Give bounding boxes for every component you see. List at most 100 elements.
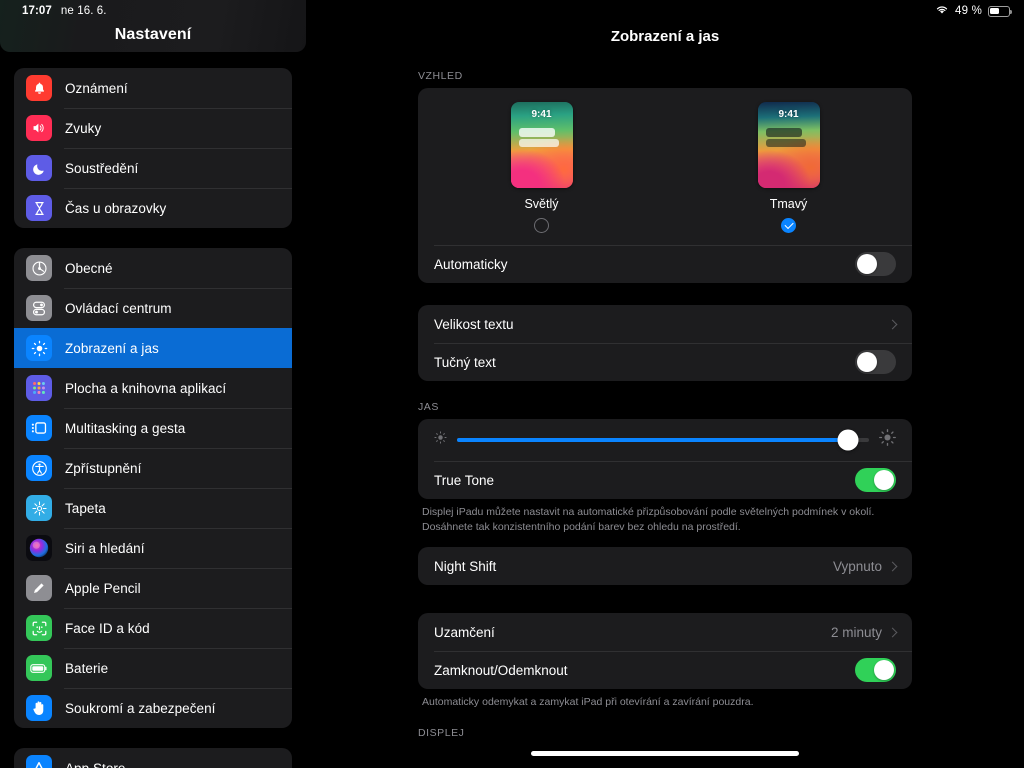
sidebar-item-label: Multitasking a gesta (65, 420, 186, 436)
lock-unlock-label: Zamknout/Odemknout (434, 662, 568, 678)
brightness-section-header: Jas (418, 401, 439, 413)
status-bar: 17:07 ne 16. 6. 49 % (0, 0, 1024, 22)
gear-icon (26, 255, 52, 281)
home-indicator[interactable] (531, 751, 799, 756)
sidebar-scroll-area[interactable]: Oznámení Zvuky Soustředění Čas u obrazovky O… (0, 52, 306, 768)
sidebar-item-soust-ed-n[interactable]: Soustředění (14, 148, 292, 188)
sidebar-item-soukrom-a-zabezpe-en[interactable]: Soukromí a zabezpečení (14, 688, 292, 728)
night-shift-value: Vypnuto (832, 558, 882, 574)
sidebar-item-label: Tapeta (65, 500, 106, 516)
sidebar-item-label: Face ID a kód (65, 620, 150, 636)
brightness-card: True Tone (418, 419, 912, 499)
sidebar-item-baterie[interactable]: Baterie (14, 648, 292, 688)
accessibility-icon (26, 455, 52, 481)
wallpaper-icon (26, 495, 52, 521)
brightness-low-icon (434, 431, 447, 449)
sidebar-item-obecn[interactable]: Obecné (14, 248, 292, 288)
pencil-icon (26, 575, 52, 601)
preview-time-light: 9:41 (531, 109, 552, 120)
night-shift-row[interactable]: Night Shift Vypnuto (418, 547, 912, 585)
automatic-appearance-row[interactable]: Automaticky (418, 245, 912, 283)
brightness-slider-row[interactable] (418, 419, 912, 461)
preview-time-dark: 9:41 (778, 109, 799, 120)
sidebar-item-apple-pencil[interactable]: Apple Pencil (14, 568, 292, 608)
text-card: Velikost textu Tučný text (418, 305, 912, 381)
bold-text-toggle[interactable] (855, 350, 896, 374)
light-mode-preview[interactable]: 9:41 (510, 102, 573, 188)
auto-lock-label: Uzamčení (434, 624, 495, 640)
night-shift-label: Night Shift (434, 558, 497, 574)
hand-icon (26, 695, 52, 721)
speaker-icon (26, 115, 52, 141)
dark-mode-preview[interactable]: 9:41 (757, 102, 820, 188)
sidebar-item-ovl-dac-centrum[interactable]: Ovládací centrum (14, 288, 292, 328)
sidebar-item-tapeta[interactable]: Tapeta (14, 488, 292, 528)
appearance-option-dark[interactable]: 9:41 Tmavý (714, 102, 864, 233)
automatic-label: Automaticky (434, 256, 508, 272)
sidebar-item-label: Zvuky (65, 120, 102, 136)
status-time: 17:07 (22, 5, 52, 17)
sidebar-item-siri-a-hled-n[interactable]: Siri a hledání (14, 528, 292, 568)
settings-content: Vzhled 9:41 Světlý (306, 56, 1024, 745)
brightness-slider-track[interactable] (457, 429, 869, 451)
chevron-right-icon (887, 561, 898, 572)
ipad-settings-screen: 17:07 ne 16. 6. 49 % Nastavení Oznámení Z… (0, 0, 1024, 768)
true-tone-row[interactable]: True Tone (418, 461, 912, 499)
sidebar-item-zvuky[interactable]: Zvuky (14, 108, 292, 148)
auto-lock-value: 2 minuty (830, 624, 882, 640)
sidebar-item-multitasking-a-gesta[interactable]: Multitasking a gesta (14, 408, 292, 448)
bold-text-label: Tučný text (434, 354, 496, 370)
faceid-icon (26, 615, 52, 641)
sidebar-item-label: Čas u obrazovky (65, 200, 167, 216)
appearance-options: 9:41 Světlý 9:41 Tmavý (418, 88, 912, 245)
bold-text-row[interactable]: Tučný text (418, 343, 912, 381)
brightness-slider-fill (457, 438, 849, 442)
brightness-slider-thumb[interactable] (837, 429, 859, 451)
sidebar-item-label: Soustředění (65, 160, 139, 176)
sidebar-item-face-id-a-k-d[interactable]: Face ID a kód (14, 608, 292, 648)
appearance-card: 9:41 Světlý 9:41 Tmavý Automaticky (418, 88, 912, 283)
sidebar-group: Oznámení Zvuky Soustředění Čas u obrazovky (14, 68, 292, 228)
brightness-icon (26, 335, 52, 361)
dark-mode-radio[interactable] (781, 218, 796, 233)
sidebar-item-zp-stupn-n[interactable]: Zpřístupnění (14, 448, 292, 488)
brightness-high-icon (879, 429, 896, 451)
sidebar-item-plocha-a-knihovna-aplikac[interactable]: Plocha a knihovna aplikací (14, 368, 292, 408)
appearance-option-light[interactable]: 9:41 Světlý (467, 102, 617, 233)
night-shift-card: Night Shift Vypnuto (418, 547, 912, 586)
sidebar-title: Nastavení (114, 26, 192, 43)
appearance-section-header: Vzhled (418, 70, 463, 82)
moon-icon (26, 155, 52, 181)
brightness-footnote: Displej iPadu můžete nastavit na automat… (422, 506, 875, 534)
sidebar-item-label: Obecné (65, 260, 113, 276)
hourglass-icon (26, 195, 52, 221)
status-date: ne 16. 6. (60, 5, 107, 17)
battery-percent: 49 % (954, 5, 982, 17)
lock-unlock-toggle[interactable] (855, 658, 896, 683)
true-tone-toggle[interactable] (855, 468, 896, 492)
app-grid-icon (26, 375, 52, 401)
sidebar-item-as-u-obrazovky[interactable]: Čas u obrazovky (14, 188, 292, 228)
lock-card: Uzamčení 2 minuty Zamknout/Odemknout (418, 613, 912, 690)
sidebar-item-label: Apple Pencil (65, 580, 141, 596)
auto-lock-row[interactable]: Uzamčení 2 minuty (418, 613, 912, 651)
sidebar-group: App Store (14, 748, 292, 768)
true-tone-label: True Tone (434, 472, 495, 488)
sidebar-item-zobrazen-a-jas[interactable]: Zobrazení a jas (14, 328, 292, 368)
sidebar-item-label: Plocha a knihovna aplikací (65, 380, 227, 396)
sidebar-item-ozn-men[interactable]: Oznámení (14, 68, 292, 108)
light-mode-label: Světlý (524, 197, 559, 211)
settings-sidebar[interactable]: Nastavení Oznámení Zvuky Soustředění Čas u … (0, 0, 306, 768)
control-center-icon (26, 295, 52, 321)
status-bar-right: 49 % (935, 4, 1013, 18)
siri-icon (26, 535, 52, 561)
chevron-right-icon (887, 319, 898, 329)
main-detail-panel: Zobrazení a jas Vzhled 9:41 Světlý (306, 0, 1024, 768)
sidebar-item-label: App Store (65, 760, 126, 768)
sidebar-item-app-store[interactable]: App Store (14, 748, 292, 768)
light-mode-radio[interactable] (534, 218, 549, 233)
text-size-row[interactable]: Velikost textu (418, 305, 912, 343)
lock-unlock-row[interactable]: Zamknout/Odemknout (418, 651, 912, 689)
automatic-toggle[interactable] (855, 252, 896, 276)
sidebar-item-label: Baterie (65, 660, 109, 676)
